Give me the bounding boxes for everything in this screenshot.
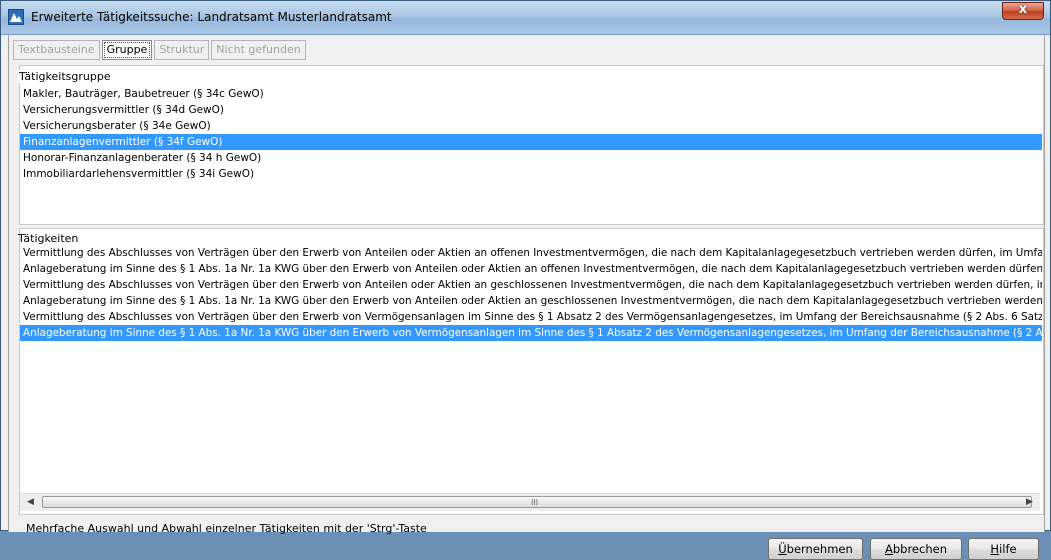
activity-list-label: Tätigkeiten xyxy=(18,232,79,245)
grip-icon: III xyxy=(531,498,539,507)
scroll-left-icon[interactable]: ◀ xyxy=(22,494,39,511)
selection-hint: Mehrfache Auswahl und Abwahl einzelner T… xyxy=(26,522,427,535)
list-item[interactable]: Versicherungsvermittler (§ 34d GewO) xyxy=(20,102,1042,118)
list-item-selected[interactable]: Finanzanlagenvermittler (§ 34f GewO) xyxy=(20,134,1042,150)
activity-list[interactable]: Vermittlung des Abschlusses von Verträge… xyxy=(20,245,1042,341)
title-bar[interactable]: Erweiterte Tätigkeitssuche: Landratsamt … xyxy=(1,1,1050,35)
list-item[interactable]: Anlageberatung im Sinne des § 1 Abs. 1a … xyxy=(20,261,1042,277)
tab-gruppe[interactable]: Gruppe xyxy=(101,40,153,60)
tab-textbausteine[interactable]: Textbausteine xyxy=(13,40,100,60)
app-icon xyxy=(8,9,24,25)
list-item[interactable]: Versicherungsberater (§ 34e GewO) xyxy=(20,118,1042,134)
list-item[interactable]: Vermittlung des Abschlusses von Verträge… xyxy=(20,245,1042,261)
list-item[interactable]: Vermittlung des Abschlusses von Verträge… xyxy=(20,309,1042,325)
scrollbar-thumb[interactable]: III xyxy=(42,496,1032,508)
scroll-right-icon[interactable]: ▶ xyxy=(1021,494,1038,511)
close-button[interactable]: x xyxy=(1002,2,1044,20)
tab-nicht-gefunden[interactable]: Nicht gefunden xyxy=(211,40,306,60)
dialog-window: Erweiterte Tätigkeitssuche: Landratsamt … xyxy=(0,0,1051,560)
cancel-button[interactable]: Abbrechen xyxy=(870,538,962,560)
list-item[interactable]: Vermittlung des Abschlusses von Verträge… xyxy=(20,277,1042,293)
help-button[interactable]: Hilfe xyxy=(968,538,1039,560)
close-icon: x xyxy=(1018,2,1028,17)
window-title: Erweiterte Tätigkeitssuche: Landratsamt … xyxy=(31,10,392,24)
list-item[interactable]: Immobiliardarlehensvermittler (§ 34i Gew… xyxy=(20,166,1042,182)
apply-button[interactable]: Übernehmen xyxy=(768,538,863,560)
horizontal-scrollbar[interactable]: ◀ III ▶ xyxy=(20,493,1040,511)
list-item[interactable]: Makler, Bauträger, Baubetreuer (§ 34c Ge… xyxy=(20,86,1042,102)
dialog-body: Textbausteine Gruppe Struktur Nicht gefu… xyxy=(8,35,1045,560)
tab-struktur[interactable]: Struktur xyxy=(154,40,210,60)
list-item[interactable]: Anlageberatung im Sinne des § 1 Abs. 1a … xyxy=(20,293,1042,309)
tab-bar: Textbausteine Gruppe Struktur Nicht gefu… xyxy=(13,40,306,60)
list-item[interactable]: Honorar-Finanzanlagenberater (§ 34 h Gew… xyxy=(20,150,1042,166)
group-list-label: Tätigkeitsgruppe xyxy=(18,70,112,83)
list-item-selected[interactable]: Anlageberatung im Sinne des § 1 Abs. 1a … xyxy=(20,325,1042,341)
group-list[interactable]: Makler, Bauträger, Baubetreuer (§ 34c Ge… xyxy=(20,86,1042,182)
